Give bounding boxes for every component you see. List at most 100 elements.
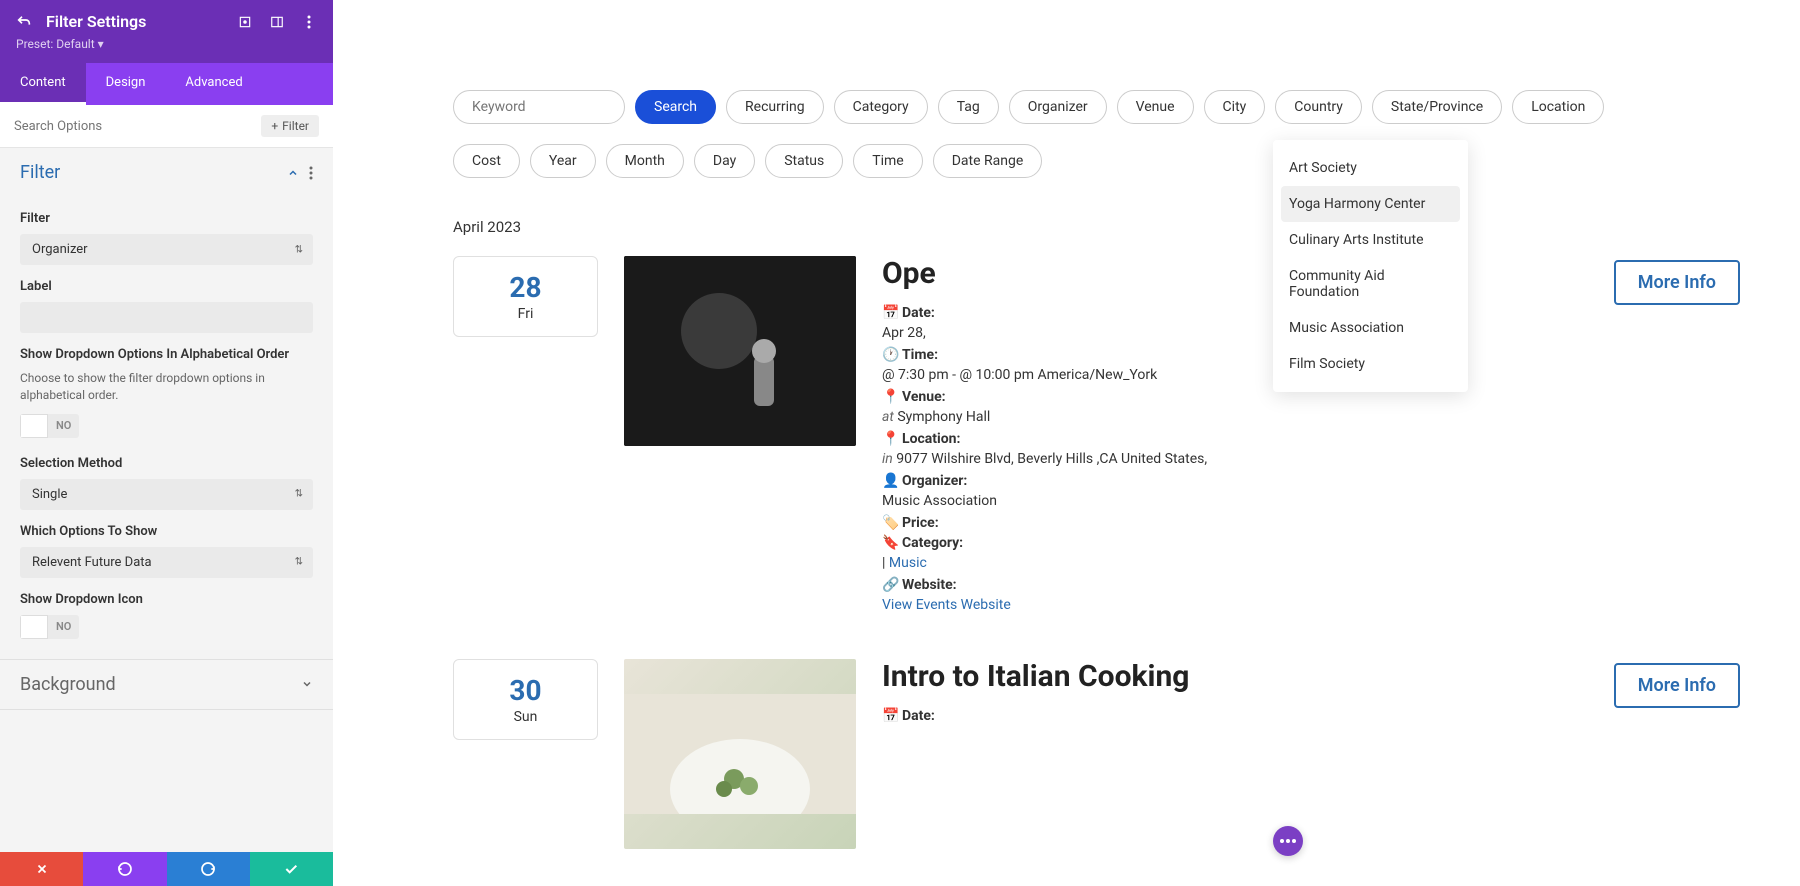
tag-icon: 🏷️: [882, 515, 896, 531]
more-info-button[interactable]: More Info: [1614, 260, 1740, 305]
search-options-input[interactable]: [14, 119, 261, 134]
chip-country[interactable]: Country: [1275, 90, 1362, 124]
date-badge: 28 Fri: [453, 256, 598, 337]
panel-title: Filter Settings: [46, 12, 223, 31]
sidebar-header: Filter Settings Preset: Default ▾: [0, 0, 333, 63]
sidebar-toggle-icon[interactable]: [269, 14, 285, 30]
chip-category[interactable]: Category: [834, 90, 928, 124]
event-details: Intro to Italian Cooking 📅Date:: [882, 659, 1588, 728]
preset-selector[interactable]: Preset: Default ▾: [16, 37, 317, 51]
dropdown-item[interactable]: Music Association: [1273, 310, 1468, 346]
category-value: | Music: [882, 555, 1588, 571]
field-label-selection: Selection Method: [20, 456, 313, 471]
chip-search[interactable]: Search: [635, 90, 716, 124]
more-icon[interactable]: [301, 14, 317, 30]
main-content: Search Recurring Category Tag Organizer …: [333, 0, 1800, 886]
date-value: Apr 28,: [882, 325, 1588, 341]
link-icon: 🔗: [882, 577, 896, 593]
organizer-dropdown: Art Society Yoga Harmony Center Culinary…: [1273, 140, 1468, 392]
event-title: Ope: [882, 256, 1588, 291]
add-filter-button[interactable]: + Filter: [261, 115, 319, 137]
chip-recurring[interactable]: Recurring: [726, 90, 824, 124]
dropdown-item[interactable]: Community Aid Foundation: [1273, 258, 1468, 310]
chevron-up-icon: [287, 167, 299, 179]
expand-icon[interactable]: [237, 14, 253, 30]
keyword-input[interactable]: [453, 90, 625, 124]
chip-month[interactable]: Month: [606, 144, 684, 178]
chip-state[interactable]: State/Province: [1372, 90, 1502, 124]
chip-day[interactable]: Day: [694, 144, 755, 178]
pin-icon: 📍: [882, 389, 896, 405]
save-button[interactable]: [250, 852, 333, 886]
pin-icon: 📍: [882, 431, 896, 447]
background-section-header[interactable]: Background: [0, 660, 333, 709]
tab-advanced[interactable]: Advanced: [165, 63, 262, 105]
bookmark-icon: 🔖: [882, 535, 896, 551]
chip-year[interactable]: Year: [530, 144, 596, 178]
chevron-down-icon: [301, 678, 313, 690]
event-details: Ope 📅Date: Apr 28, 🕐Time: @ 7:30 pm - @ …: [882, 256, 1588, 619]
tab-content[interactable]: Content: [0, 63, 86, 105]
bottom-action-bar: [0, 852, 333, 886]
more-info-button[interactable]: More Info: [1614, 663, 1740, 708]
chip-time[interactable]: Time: [853, 144, 922, 178]
fab-more-icon[interactable]: [1273, 826, 1303, 856]
website-link[interactable]: View Events Website: [882, 597, 1588, 613]
field-label-alpha: Show Dropdown Options In Alphabetical Or…: [20, 347, 313, 362]
chip-city[interactable]: City: [1204, 90, 1266, 124]
alpha-toggle[interactable]: NO: [20, 414, 79, 438]
dropdown-item[interactable]: Yoga Harmony Center: [1281, 186, 1460, 222]
filter-chips-row2: Cost Year Month Day Status Time Date Ran…: [453, 144, 1740, 178]
time-value: @ 7:30 pm - @ 10:00 pm America/New_York: [882, 367, 1588, 383]
settings-tabs: Content Design Advanced: [0, 63, 333, 105]
date-number: 30: [454, 674, 597, 707]
venue-value: at Symphony Hall: [882, 409, 1588, 425]
chip-status[interactable]: Status: [765, 144, 843, 178]
user-icon: 👤: [882, 473, 896, 489]
event-title: Intro to Italian Cooking: [882, 659, 1588, 694]
section-more-icon[interactable]: [309, 166, 313, 180]
calendar-icon: 📅: [882, 708, 896, 724]
settings-sidebar: Filter Settings Preset: Default ▾ Conten…: [0, 0, 333, 886]
chip-location[interactable]: Location: [1512, 90, 1604, 124]
chip-venue[interactable]: Venue: [1117, 90, 1194, 124]
chip-tag[interactable]: Tag: [938, 90, 999, 124]
field-label-label: Label: [20, 279, 313, 294]
chip-daterange[interactable]: Date Range: [933, 144, 1043, 178]
field-label-icon: Show Dropdown Icon: [20, 592, 313, 607]
dropdown-item[interactable]: Film Society: [1273, 346, 1468, 382]
redo-button[interactable]: [167, 852, 250, 886]
filter-section-header[interactable]: Filter: [0, 148, 333, 197]
filter-select[interactable]: Organizer ⇅: [20, 234, 313, 265]
event-row: 28 Fri Ope 📅Date: Apr 28, 🕐Time: @ 7:30 …: [453, 256, 1740, 619]
dropdown-item[interactable]: Art Society: [1273, 150, 1468, 186]
label-input[interactable]: [20, 302, 313, 333]
undo-button[interactable]: [83, 852, 166, 886]
clock-icon: 🕐: [882, 347, 896, 363]
selection-select[interactable]: Single ⇅: [20, 479, 313, 510]
chip-organizer[interactable]: Organizer: [1009, 90, 1107, 124]
discard-button[interactable]: [0, 852, 83, 886]
date-day: Fri: [454, 306, 597, 322]
back-icon[interactable]: [16, 14, 32, 30]
calendar-icon: 📅: [882, 305, 896, 321]
field-label-filter: Filter: [20, 211, 313, 226]
date-badge: 30 Sun: [453, 659, 598, 740]
organizer-value: Music Association: [882, 493, 1588, 509]
icon-toggle[interactable]: NO: [20, 615, 79, 639]
tab-design[interactable]: Design: [86, 63, 166, 105]
date-day: Sun: [454, 709, 597, 725]
date-number: 28: [454, 271, 597, 304]
filter-chips-row1: Search Recurring Category Tag Organizer …: [453, 90, 1740, 124]
event-row: 30 Sun Intro to Italian Cooking 📅Date: M…: [453, 659, 1740, 849]
location-value: in 9077 Wilshire Blvd, Beverly Hills ,CA…: [882, 451, 1588, 467]
month-header: April 2023: [453, 218, 1740, 236]
filter-section-body: Filter Organizer ⇅ Label Show Dropdown O…: [0, 197, 333, 659]
dropdown-item[interactable]: Culinary Arts Institute: [1273, 222, 1468, 258]
event-image: [624, 256, 856, 446]
plus-icon: +: [271, 119, 278, 133]
event-image: [624, 659, 856, 849]
field-label-which: Which Options To Show: [20, 524, 313, 539]
chip-cost[interactable]: Cost: [453, 144, 520, 178]
which-select[interactable]: Relevent Future Data ⇅: [20, 547, 313, 578]
